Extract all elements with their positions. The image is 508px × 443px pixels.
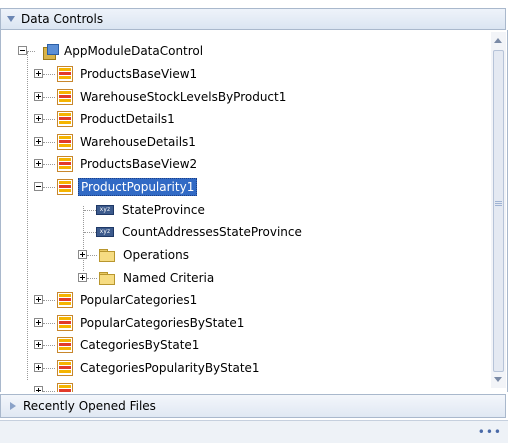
collapse-triangle-icon[interactable] [7,16,15,22]
tree-node-productpopularity1[interactable]: ProductPopularity1 [34,176,198,198]
tree-node-productsbaseview2[interactable]: ProductsBaseView2 [34,153,199,175]
tree-node-countaddresses[interactable]: xyz CountAddressesStateProvince [61,221,304,243]
tree-node-label: CountAddressesStateProvince [122,225,302,239]
tree-node-productsbaseview1[interactable]: ProductsBaseView1 [34,63,199,85]
folder-icon [99,248,116,262]
tree-node-label: PopularCategories1 [80,293,198,307]
view-object-icon [57,134,73,150]
expand-toggle-icon[interactable] [34,159,43,168]
tree-node-stateprovince[interactable]: xyz StateProvince [61,199,207,221]
tree-node-operations[interactable]: Operations [78,244,191,266]
tree-node-label-selected: ProductPopularity1 [78,178,198,196]
view-object-icon [57,179,73,195]
status-bar: ••• [0,420,508,443]
view-object-icon [57,156,73,172]
tree-node-label: Named Criteria [123,271,215,285]
recently-opened-files-header[interactable]: Recently Opened Files [0,394,506,418]
tree-node-label: ProductsBaseView2 [80,157,198,171]
expand-toggle-icon[interactable] [34,295,43,304]
expand-toggle-icon[interactable] [34,363,43,372]
view-object-icon [57,383,73,392]
collapse-toggle-icon[interactable] [34,182,43,191]
expand-toggle-icon[interactable] [78,250,87,259]
expand-toggle-icon[interactable] [78,273,87,282]
tree-node-popularcategories1[interactable]: PopularCategories1 [34,289,199,311]
tree-node-root[interactable]: AppModuleDataControl [18,40,205,62]
scroll-down-arrow-icon[interactable] [494,377,502,382]
tree-node-popularcategoriesbystate1[interactable]: PopularCategoriesByState1 [34,312,246,334]
app-module-icon [42,43,59,60]
tree-node-label: WarehouseDetails1 [80,135,196,149]
tree-node-categoriespopularitybystate1[interactable]: CategoriesPopularityByState1 [34,357,262,379]
expand-toggle-icon[interactable] [34,318,43,327]
view-object-icon [57,66,73,82]
expand-triangle-icon[interactable] [10,402,16,410]
folder-icon [99,271,116,285]
tree-node-label: AppModuleDataControl [64,44,204,58]
tree-node-warehousedetails1[interactable]: WarehouseDetails1 [34,131,198,153]
view-object-icon [57,111,73,127]
view-object-icon [57,292,73,308]
grip-icon [495,201,502,207]
tree-node-label: WarehouseStockLevelsByProduct1 [80,90,287,104]
data-controls-tree[interactable]: AppModuleDataControl ProductsBaseView1 W… [0,30,508,392]
expand-toggle-icon[interactable] [34,69,43,78]
view-object-icon [57,360,73,376]
data-controls-title: Data Controls [21,12,104,26]
tree-node-label: ProductDetails1 [80,112,175,126]
expand-toggle-icon[interactable] [34,92,43,101]
tree-node-warehousestock[interactable]: WarehouseStockLevelsByProduct1 [34,86,288,108]
tree-node-categoriesbystate1[interactable]: CategoriesByState1 [34,334,201,356]
tree-node-partial[interactable] [34,380,78,392]
expand-toggle-icon[interactable] [34,137,43,146]
data-controls-header[interactable]: Data Controls [0,8,506,30]
tree-node-label: CategoriesByState1 [80,338,200,352]
tree-node-label: PopularCategoriesByState1 [80,316,245,330]
view-object-icon [57,315,73,331]
tree-node-label: StateProvince [122,203,205,217]
tree-node-label: ProductsBaseView1 [80,67,198,81]
expand-toggle-icon[interactable] [34,386,43,392]
tree-node-named-criteria[interactable]: Named Criteria [78,267,216,289]
more-dots-icon[interactable]: ••• [478,426,502,438]
recently-opened-files-title: Recently Opened Files [23,399,156,413]
attribute-icon: xyz [96,227,114,237]
tree-node-label: Operations [123,248,189,262]
tree-vertical-scrollbar[interactable] [491,32,506,388]
view-object-icon [57,89,73,105]
attribute-icon: xyz [96,205,114,215]
expand-toggle-icon[interactable] [34,114,43,123]
expand-toggle-icon[interactable] [34,340,43,349]
collapse-toggle-icon[interactable] [18,46,27,55]
tree-node-productdetails1[interactable]: ProductDetails1 [34,108,177,130]
scroll-up-arrow-icon[interactable] [494,38,502,43]
tree-node-label: CategoriesPopularityByState1 [80,361,260,375]
view-object-icon [57,337,73,353]
scrollbar-thumb[interactable] [493,50,504,372]
